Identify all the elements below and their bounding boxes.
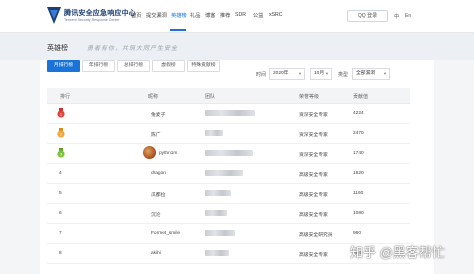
nickname[interactable]: 沉沦 [151,211,161,218]
score: 960 [353,231,362,236]
tsrc-logo-icon [47,7,61,24]
honor-level: 高级安全专家 [299,193,328,198]
tab-fake[interactable]: 虚假榜 [152,60,185,72]
nav-blog[interactable]: 博客 [205,12,215,19]
col-nickname: 昵称 [148,94,159,100]
month-value: 10月 [314,71,325,76]
score: 1160 [353,191,364,196]
honor-level: 高级安全专家 [299,253,328,258]
nav-home[interactable]: 首页 [131,12,141,19]
col-rank: 排行 [60,94,71,100]
nav-xsrc[interactable]: xSRC [269,12,283,18]
tab-monthly[interactable]: 月排行榜 [47,60,80,72]
honor-level: 资深安全专家 [299,153,328,158]
honor-level: 高级安全专家 [299,173,328,178]
type-value: 全部漏洞 [356,71,376,76]
honor-level: 资深安全专家 [299,133,328,138]
team-name-redacted [205,250,229,256]
honor-level: 高级安全研究员 [299,233,333,238]
honor-level: 资深安全专家 [299,113,328,118]
nav-submit-vuln[interactable]: 提交漏洞 [146,12,167,19]
lang-zh[interactable]: 中 [394,13,399,20]
score: 4224 [353,111,364,116]
table-row[interactable]: 6 沉沦 高级安全专家 1080 [47,204,410,224]
nav-leaderboard[interactable]: 英雄榜 [171,12,187,19]
team-name-redacted [205,150,253,156]
score: 1080 [353,211,364,216]
nav-sdr[interactable]: SDR [235,12,246,18]
year-select[interactable]: 2020年 ▼ [269,68,305,80]
chevron-down-icon: ▼ [298,71,302,76]
col-score: 贡献值 [353,94,369,100]
score: 2470 [353,131,364,136]
team-name-redacted [205,230,235,236]
rank-number: 8 [59,251,62,256]
team-name-redacted [205,170,243,176]
logo-name: 腾讯安全应急响应中心 [64,10,136,17]
honor-level: 高级安全专家 [299,213,328,218]
tab-yearly[interactable]: 年排行榜 [82,60,115,72]
chevron-down-icon: ▼ [325,71,329,76]
rank-number: 5 [59,191,62,196]
nickname[interactable]: 瓜都拉 [151,191,165,198]
page-title: 英雄榜 [47,45,68,52]
rank-number: 4 [59,171,62,176]
medal-silver-icon: 2 [57,128,65,138]
rank-number: 7 [59,231,62,236]
nickname[interactable]: 兔麦子 [151,111,165,118]
team-name-redacted [205,110,255,116]
team-name-redacted [205,130,223,136]
nav-gifts[interactable]: 礼品 [190,12,200,19]
table-row[interactable]: 3 pythn1m 资深安全专家 1740 [47,144,410,164]
table-header: 排行 昵称 团队 荣誉等级 贡献值 [47,88,410,104]
page-slogan: 勇者有你，共筑大同产生安全 [87,46,179,52]
tab-special[interactable]: 特殊贡献榜 [187,60,220,72]
nickname[interactable]: 陈广 [151,131,161,138]
table-row[interactable]: 4 dragon 高级安全专家 1620 [47,164,410,184]
month-select[interactable]: 10月 ▼ [310,68,332,80]
chevron-down-icon: ▼ [383,71,387,76]
tab-overall[interactable]: 总排行榜 [117,60,150,72]
nickname[interactable]: dragon [151,171,166,176]
lang-en[interactable]: En [405,13,411,19]
col-level: 荣誉等级 [299,94,320,100]
qq-login-button[interactable]: QQ 登录 [347,10,388,22]
year-value: 2020年 [273,71,289,76]
nickname[interactable]: Formet_smile [151,231,180,236]
score: 1620 [353,171,364,176]
team-name-redacted [205,190,231,196]
type-select[interactable]: 全部漏洞 ▼ [352,68,390,80]
rank-number: 6 [59,211,62,216]
time-label: 时间 [256,72,267,78]
nickname[interactable]: pythn1m [159,151,177,156]
nav-recommend[interactable]: 推荐 [220,12,230,19]
table-row[interactable]: 7 Formet_smile 高级安全研究员 960 [47,224,410,244]
table-row[interactable]: 1 兔麦子 资深安全专家 4224 [47,104,410,124]
nav-active-indicator [170,29,186,31]
col-team: 团队 [205,94,216,100]
team-name-redacted [205,210,227,216]
avatar [143,146,156,159]
table-row[interactable]: 5 瓜都拉 高级安全专家 1160 [47,184,410,204]
score: 1740 [353,151,364,156]
hero-banner: 英雄榜 勇者有你，共筑大同产生安全 [0,33,474,60]
medal-bronze-icon: 3 [57,148,65,158]
table-row[interactable]: 2 陈广 资深安全专家 2470 [47,124,410,144]
zhihu-watermark: 知乎 @黑客帮忙 [350,245,445,260]
logo-subtitle: Tencent Security Response Center [64,18,120,22]
nav-charity[interactable]: 公益 [253,12,263,19]
top-navigation-bar: 腾讯安全应急响应中心 Tencent Security Response Cen… [0,0,474,33]
nickname[interactable]: akihi [151,251,161,256]
medal-gold-icon: 1 [57,108,65,118]
type-label: 类型 [338,72,349,78]
